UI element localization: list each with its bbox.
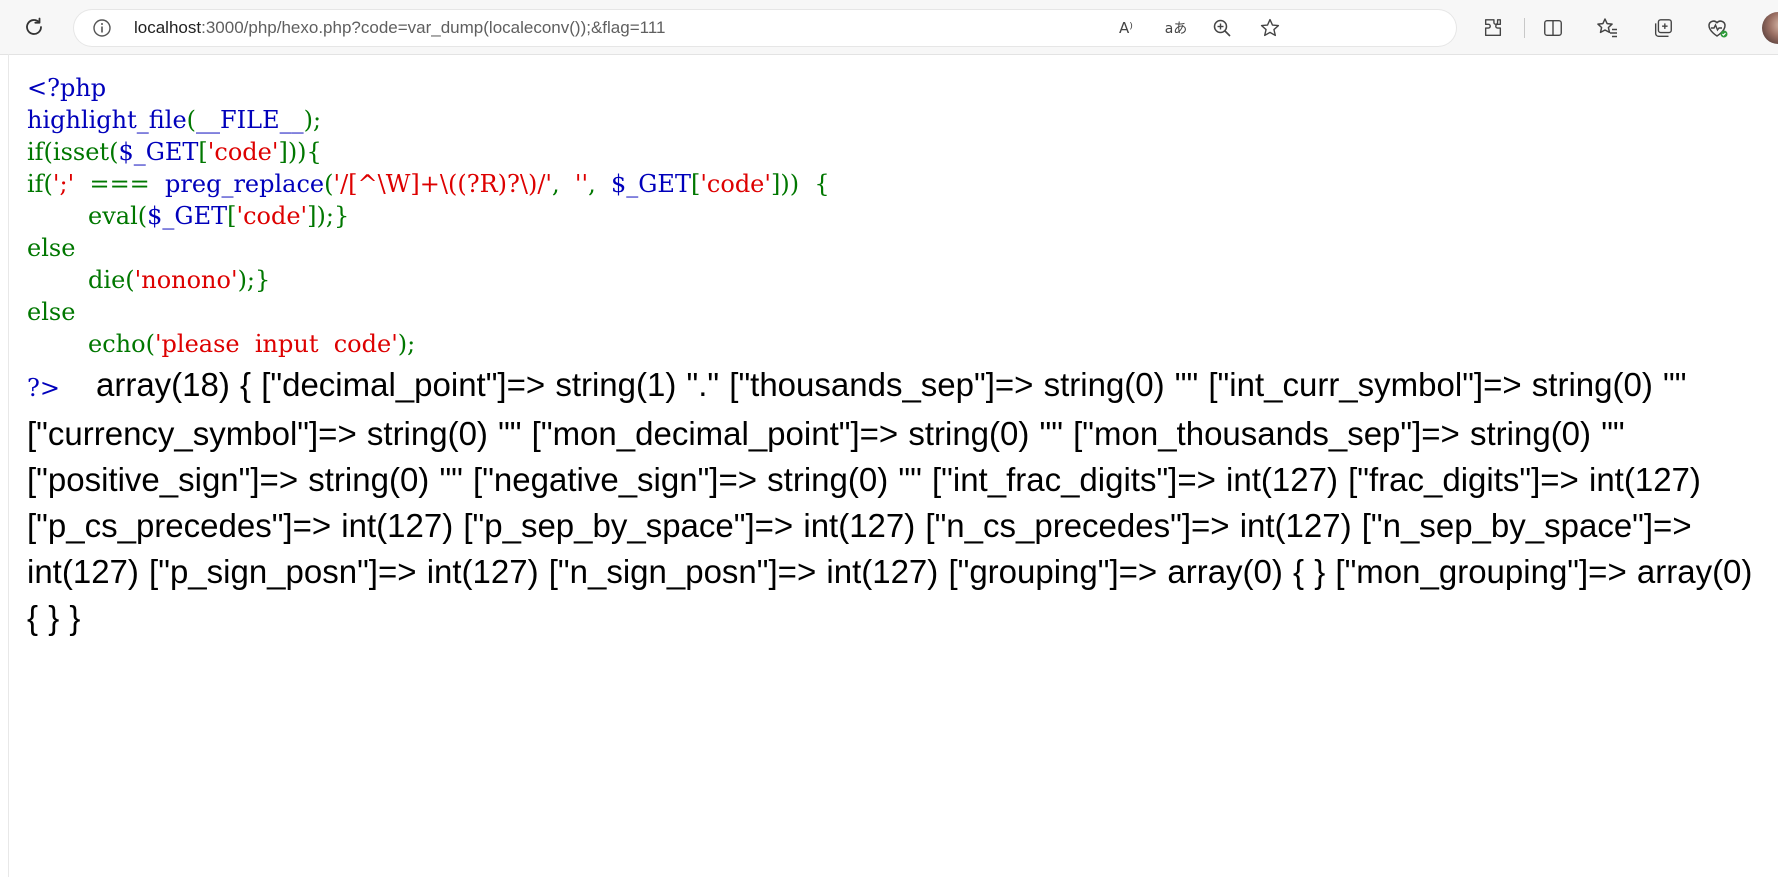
source-line: else bbox=[27, 234, 76, 262]
avatar[interactable] bbox=[1762, 12, 1778, 44]
translate-icon[interactable]: aあ bbox=[1164, 16, 1188, 40]
source-line: else bbox=[27, 298, 76, 326]
php-source-code: <?php highlight_file(__FILE__); if(isset… bbox=[27, 72, 830, 360]
url-path: :3000/php/hexo.php?code=var_dump(localec… bbox=[201, 18, 666, 37]
browser-essentials-icon[interactable] bbox=[1704, 15, 1730, 41]
output-text: array(18) { ["decimal_point"]=> string(1… bbox=[27, 366, 1753, 636]
url-host: localhost bbox=[134, 18, 202, 37]
address-bar[interactable]: localhost:3000/php/hexo.php?code=var_dum… bbox=[74, 10, 1456, 46]
toolbar-divider bbox=[1524, 18, 1525, 38]
zoom-icon[interactable] bbox=[1210, 16, 1234, 40]
favorites-icon[interactable] bbox=[1594, 15, 1620, 41]
url-text[interactable]: localhost:3000/php/hexo.php?code=var_dum… bbox=[134, 10, 665, 46]
extensions-icon[interactable] bbox=[1480, 15, 1506, 41]
read-aloud-icon[interactable]: A⁾ bbox=[1114, 16, 1138, 40]
php-close-tag: ?> bbox=[27, 374, 60, 402]
source-line: highlight_file(__FILE__); bbox=[27, 106, 322, 134]
collections-icon[interactable] bbox=[1650, 15, 1676, 41]
reload-icon[interactable] bbox=[20, 13, 48, 41]
split-screen-icon[interactable] bbox=[1540, 15, 1566, 41]
page-border bbox=[8, 54, 9, 877]
info-icon[interactable] bbox=[92, 18, 112, 38]
var-dump-output: ?> array(18) { ["decimal_point"]=> string… bbox=[27, 362, 1757, 641]
source-line: if(';' === preg_replace('/[^\W]+\((?R)?\… bbox=[27, 170, 830, 198]
source-line: <?php bbox=[27, 74, 107, 102]
source-line: eval($_GET['code']);} bbox=[88, 202, 350, 230]
source-line: if(isset($_GET['code'])){ bbox=[27, 138, 322, 166]
source-line: die('nonono');} bbox=[88, 266, 271, 294]
browser-toolbar: localhost:3000/php/hexo.php?code=var_dum… bbox=[0, 0, 1778, 55]
source-line: echo('please input code'); bbox=[88, 330, 416, 358]
star-icon[interactable] bbox=[1258, 16, 1282, 40]
